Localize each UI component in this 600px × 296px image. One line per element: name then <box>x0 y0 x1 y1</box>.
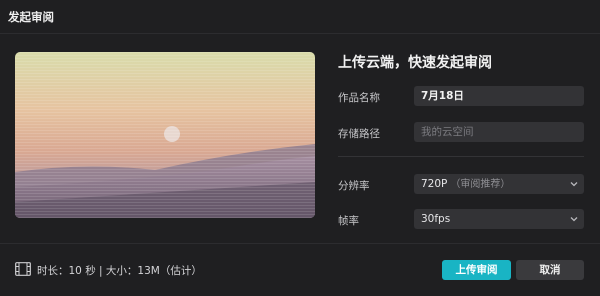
storage-path-label: 存储路径 <box>338 128 380 140</box>
film-icon <box>15 262 31 276</box>
chevron-down-icon <box>570 182 578 187</box>
upload-review-button[interactable]: 上传审阅 <box>442 260 511 280</box>
resolution-hint: （审阅推荐） <box>450 179 511 190</box>
resolution-value: 720P <box>421 178 448 190</box>
resolution-label: 分辨率 <box>338 180 370 192</box>
work-name-input[interactable]: 7月18日 <box>414 86 584 106</box>
chevron-down-icon <box>570 217 578 222</box>
dialog-title-bar: 发起审阅 <box>0 0 600 34</box>
dialog-title: 发起审阅 <box>8 10 54 24</box>
duration-size-summary: 时长：10 秒 | 大小：13M（估计） <box>37 265 202 277</box>
framerate-value: 30fps <box>421 213 451 225</box>
video-preview-thumbnail <box>15 52 315 218</box>
storage-path-input[interactable]: 我的云空间 <box>414 122 584 142</box>
form-divider <box>338 156 584 157</box>
work-name-label: 作品名称 <box>338 92 380 104</box>
form-heading: 上传云端，快速发起审阅 <box>338 55 492 71</box>
resolution-select[interactable]: 720P （审阅推荐） <box>414 174 584 194</box>
review-dialog: 发起审阅 上传云端，快速发起审阅 作品名称 7月18日 存储路径 我的云空间 分… <box>0 0 600 296</box>
framerate-select[interactable]: 30fps <box>414 209 584 229</box>
cancel-button[interactable]: 取消 <box>516 260 584 280</box>
framerate-label: 帧率 <box>338 215 359 227</box>
footer-divider <box>0 243 600 244</box>
